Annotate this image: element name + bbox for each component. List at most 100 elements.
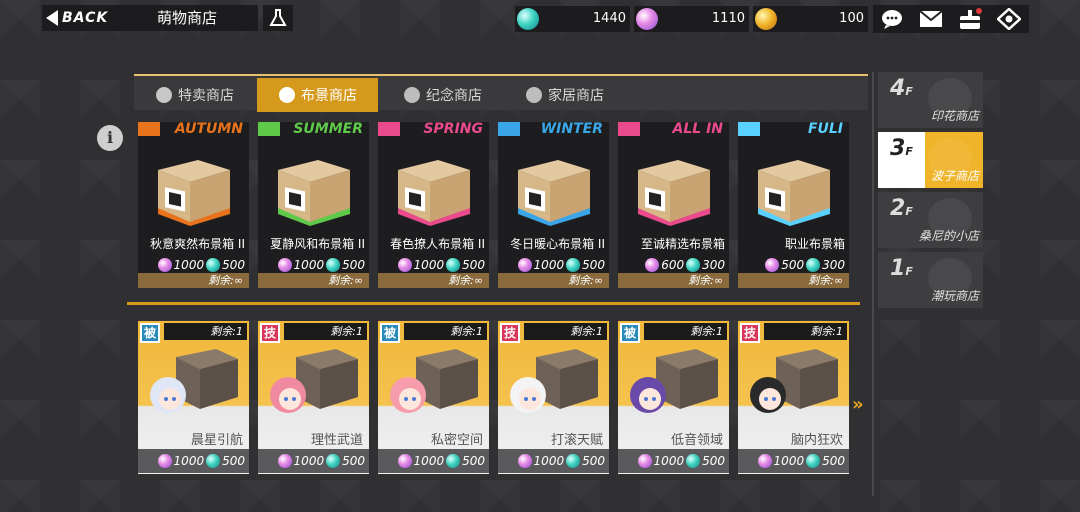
character-item-card[interactable]: 技 剩余:1 理性武道 1000 500 [258, 321, 369, 474]
teal-gem-icon [446, 258, 461, 272]
tab-home-shop[interactable]: 家居商店 [504, 78, 625, 112]
tab-label: 特卖商店 [178, 88, 234, 104]
price-teal: 500 [702, 454, 725, 468]
character-name: 晨星引航 [190, 433, 243, 448]
remaining-count: 剩余:∞ [618, 273, 729, 288]
more-arrow-icon[interactable]: » [852, 394, 864, 415]
box-icon [158, 160, 230, 226]
flask-help-button[interactable] [263, 5, 293, 31]
season-banner: SPRING [378, 122, 489, 136]
chat-icon[interactable] [878, 6, 906, 32]
tab-special-shop[interactable]: 特卖商店 [134, 78, 256, 112]
teal-gem-icon [686, 454, 701, 468]
price-pink: 1000 [533, 258, 565, 272]
price-teal: 500 [582, 454, 605, 468]
scenery-box-card[interactable]: SPRING 春色撩人布景箱 II 1000 500 剩余:∞ [378, 122, 489, 288]
floor-tab[interactable]: 2F 桑尼的小店 [878, 192, 983, 248]
type-badge: 被 [620, 323, 640, 343]
character-item-card[interactable]: 技 剩余:1 脑内狂欢 1000 500 [738, 321, 849, 474]
pink-gem-icon [397, 454, 412, 468]
tab-icon [279, 87, 295, 103]
mail-icon[interactable] [917, 6, 945, 32]
currency-gold: 100 [753, 6, 868, 32]
currency-value: 1110 [711, 11, 745, 26]
floor-rail [872, 72, 874, 496]
season-banner: AUTUMN [138, 122, 249, 136]
price-row: 1000 500 [498, 256, 609, 274]
pink-gem-icon [757, 454, 772, 468]
floor-tab[interactable]: 3F 波子商店 [878, 132, 983, 188]
floor-tab[interactable]: 4F 印花商店 [878, 72, 983, 128]
currency-value: 100 [839, 11, 864, 26]
floor-name: 桑尼的小店 [918, 229, 979, 243]
type-badge: 被 [140, 323, 160, 343]
teal-gem-icon [686, 258, 701, 272]
tab-icon [526, 87, 542, 103]
floor-number: 4F [890, 76, 913, 101]
tab-label: 纪念商店 [426, 88, 482, 104]
scenery-box-card[interactable]: FULI 职业布景箱 500 300 剩余:∞ [738, 122, 849, 288]
box-name: 至诚精选布景箱 [640, 237, 725, 251]
tab-label: 布景商店 [301, 88, 357, 104]
box-name: 春色撩人布景箱 II [390, 237, 485, 251]
teal-gem-icon [566, 454, 581, 468]
price-row: 500 300 [738, 256, 849, 274]
info-button[interactable]: i [97, 125, 123, 151]
character-item-card[interactable]: 技 剩余:1 打滚天赋 1000 500 [498, 321, 609, 474]
remaining-count: 剩余:∞ [258, 273, 369, 288]
tab-souvenir-shop[interactable]: 纪念商店 [382, 78, 503, 112]
box-icon [758, 160, 830, 226]
price-pink: 1000 [653, 454, 685, 468]
teal-gem-icon [806, 258, 821, 272]
scenery-box-card[interactable]: AUTUMN 秋意爽然布景箱 II 1000 500 剩余:∞ [138, 122, 249, 288]
price-teal: 500 [462, 454, 485, 468]
floor-suffix: F [905, 145, 913, 158]
season-banner: WINTER [498, 122, 609, 136]
top-bar: BACK 萌物商店 1440 1110 100 [0, 0, 1080, 36]
pink-gem-icon [157, 258, 172, 272]
price-teal: 300 [822, 258, 845, 272]
box-icon [398, 160, 470, 226]
scenery-box-card[interactable]: ALL IN 至诚精选布景箱 600 300 剩余:∞ [618, 122, 729, 288]
price-row: 600 300 [618, 256, 729, 274]
cake-icon[interactable] [956, 6, 984, 32]
box-name: 冬日暖心布景箱 II [510, 237, 605, 251]
scenery-box-card[interactable]: SUMMER 夏静风和布景箱 II 1000 500 剩余:∞ [258, 122, 369, 288]
tab-icon [404, 87, 420, 103]
remaining-count: 剩余:∞ [738, 273, 849, 288]
scenery-box-card[interactable]: WINTER 冬日暖心布景箱 II 1000 500 剩余:∞ [498, 122, 609, 288]
price-pink: 1000 [293, 454, 325, 468]
character-item-card[interactable]: 被 剩余:1 低音领域 1000 500 [618, 321, 729, 474]
flask-icon [269, 9, 287, 26]
remaining-count: 剩余:∞ [498, 273, 609, 288]
price-pink: 1000 [413, 258, 445, 272]
box-name: 夏静风和布景箱 II [270, 237, 365, 251]
character-name: 低音领域 [670, 433, 723, 448]
character-avatar [270, 349, 358, 413]
gold-coin-icon [755, 8, 777, 30]
remaining-count: 剩余:∞ [138, 273, 249, 288]
section-divider [127, 302, 860, 305]
box-icon [518, 160, 590, 226]
price-row: 1000 500 [378, 449, 489, 473]
floor-number: 2F [890, 196, 913, 221]
shop-tabs: 特卖商店 布景商店 纪念商店 家居商店 [134, 74, 868, 112]
pink-gem-icon [277, 258, 292, 272]
floor-digit: 3 [890, 136, 906, 161]
currency-teal: 1440 [515, 6, 630, 32]
pink-gem-icon [517, 454, 532, 468]
floor-name: 波子商店 [930, 169, 979, 183]
eye-icon[interactable] [995, 6, 1023, 32]
character-item-card[interactable]: 被 剩余:1 私密空间 1000 500 [378, 321, 489, 474]
currency-value: 1440 [592, 11, 626, 26]
floor-suffix: F [905, 265, 913, 278]
character-item-card[interactable]: 被 剩余:1 晨星引航 1000 500 [138, 321, 249, 474]
price-teal: 500 [222, 258, 245, 272]
price-pink: 1000 [773, 454, 805, 468]
price-teal: 500 [462, 258, 485, 272]
price-row: 1000 500 [618, 449, 729, 473]
floor-tab[interactable]: 1F 潮玩商店 [878, 252, 983, 308]
price-pink: 1000 [533, 454, 565, 468]
price-teal: 500 [222, 454, 245, 468]
tab-scenery-shop[interactable]: 布景商店 [257, 78, 378, 112]
